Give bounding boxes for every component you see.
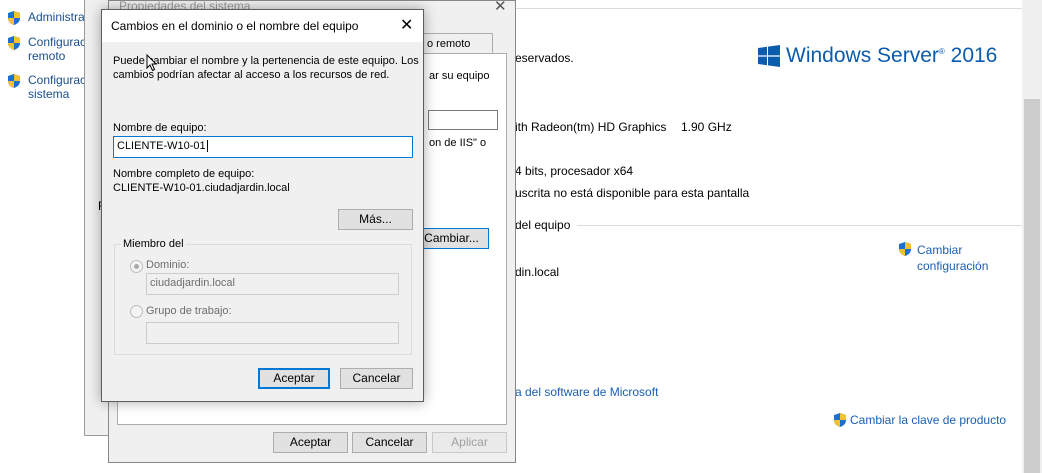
license-link[interactable]: a del software de Microsoft: [515, 385, 658, 399]
registered-mark: ®: [938, 47, 945, 56]
shield-icon: [834, 413, 846, 427]
partial-text: on de IIS" o: [429, 137, 487, 149]
dialog-ok-button[interactable]: Aceptar: [258, 368, 330, 389]
cancel-button[interactable]: Cancelar: [352, 432, 427, 453]
nav-line: sistema: [28, 87, 70, 101]
apply-button[interactable]: Aplicar: [432, 432, 507, 453]
system-info-panel: eservados. Windows Server® 2016 ith Rade…: [515, 0, 1042, 473]
scrollbar-thumb[interactable]: [1024, 99, 1040, 473]
nav-item-label: Administra: [28, 10, 85, 24]
workgroup-input[interactable]: [146, 322, 399, 344]
mouse-cursor-icon: [146, 54, 158, 72]
member-of-group: Miembro del Dominio: ciudadjardin.local …: [114, 238, 412, 355]
dialog-description: Puede cambiar el nombre y la pertenencia…: [113, 54, 419, 82]
more-button[interactable]: Más...: [338, 209, 413, 230]
link-line: Cambiar: [917, 243, 963, 257]
section-title-domain: del equipo: [515, 218, 571, 232]
full-name-label: Nombre completo de equipo:: [113, 168, 255, 180]
workgroup-radio-label: Grupo de trabajo:: [146, 305, 232, 317]
computer-name-value: CLIENTE-W10-01: [117, 140, 206, 152]
divider: [577, 225, 1022, 226]
windows-logo-icon: [758, 45, 780, 67]
copyright-text: eservados.: [515, 51, 574, 65]
logo-version: 2016: [950, 44, 998, 67]
nav-line: Configuraci: [28, 35, 89, 49]
nav-item-admin[interactable]: Administra: [6, 10, 85, 26]
description-line: Puede cambiar el nombre y la pertenencia…: [113, 55, 419, 67]
shield-icon: [8, 11, 20, 25]
domain-input[interactable]: ciudadjardin.local: [146, 273, 399, 295]
change-button[interactable]: Cambiar...: [414, 228, 489, 249]
shield-icon: [8, 36, 20, 50]
close-icon[interactable]: ✕: [400, 15, 413, 35]
nav-line: remoto: [28, 49, 66, 63]
nav-item-remote[interactable]: Configuraci remoto: [6, 35, 89, 63]
description-line: cambios podrían afectar al acceso a los …: [113, 69, 390, 81]
dialog-title: Cambios en el dominio o el nombre del eq…: [111, 19, 359, 33]
tab-label: o remoto: [427, 38, 471, 50]
nav-item-system[interactable]: Configuraci sistema: [6, 73, 89, 101]
windows-server-logo: Windows Server® 2016: [758, 44, 997, 68]
full-name-value: CLIENTE-W10-01.ciudadjardin.local: [113, 182, 290, 194]
processor-text: ith Radeon(tm) HD Graphics: [515, 120, 667, 134]
product-key-label[interactable]: Cambiar la clave de producto: [850, 413, 1006, 427]
product-key-link[interactable]: Cambiar la clave de producto: [832, 412, 1006, 428]
shield-icon: [899, 242, 911, 256]
change-settings-label[interactable]: Cambiar configuración: [917, 242, 988, 274]
domain-value: din.local: [515, 265, 560, 279]
dialog-titlebar: Cambios en el dominio o el nombre del eq…: [102, 10, 423, 42]
text-caret: [206, 140, 208, 152]
pen-touch-text: uscrita no está disponible para esta pan…: [515, 186, 750, 200]
nav-item-label: Configuraci remoto: [28, 35, 89, 63]
ok-button[interactable]: Aceptar: [273, 432, 348, 453]
domain-radio-label: Dominio:: [146, 259, 190, 271]
logo-text: Windows Server® 2016: [786, 44, 997, 68]
shield-icon: [8, 74, 20, 88]
partial-text: ar su equipo: [429, 70, 490, 82]
processor-speed: 1.90 GHz: [681, 120, 732, 134]
computer-name-input[interactable]: CLIENTE-W10-01: [113, 136, 413, 158]
logo-name: Windows Server: [786, 44, 939, 67]
workgroup-radio[interactable]: [130, 305, 143, 318]
divider: [515, 8, 1022, 9]
link-line: configuración: [917, 259, 989, 273]
dialog-cancel-button[interactable]: Cancelar: [340, 368, 413, 389]
close-icon[interactable]: ✕: [494, 0, 507, 15]
radio-selected-dot: [134, 264, 139, 269]
change-settings-link[interactable]: Cambiar configuración: [897, 241, 988, 273]
nav-line: Configuraci: [28, 73, 89, 87]
system-type: 4 bits, procesador x64: [515, 164, 634, 178]
domain-radio[interactable]: [130, 260, 143, 273]
member-of-label: Miembro del: [121, 238, 186, 250]
computer-name-label: Nombre de equipo:: [113, 122, 207, 134]
partial-input[interactable]: [428, 110, 498, 130]
tab-remote[interactable]: o remoto: [423, 33, 493, 53]
domain-input-value: ciudadjardin.local: [150, 277, 235, 289]
nav-item-label: Configuraci sistema: [28, 73, 89, 101]
